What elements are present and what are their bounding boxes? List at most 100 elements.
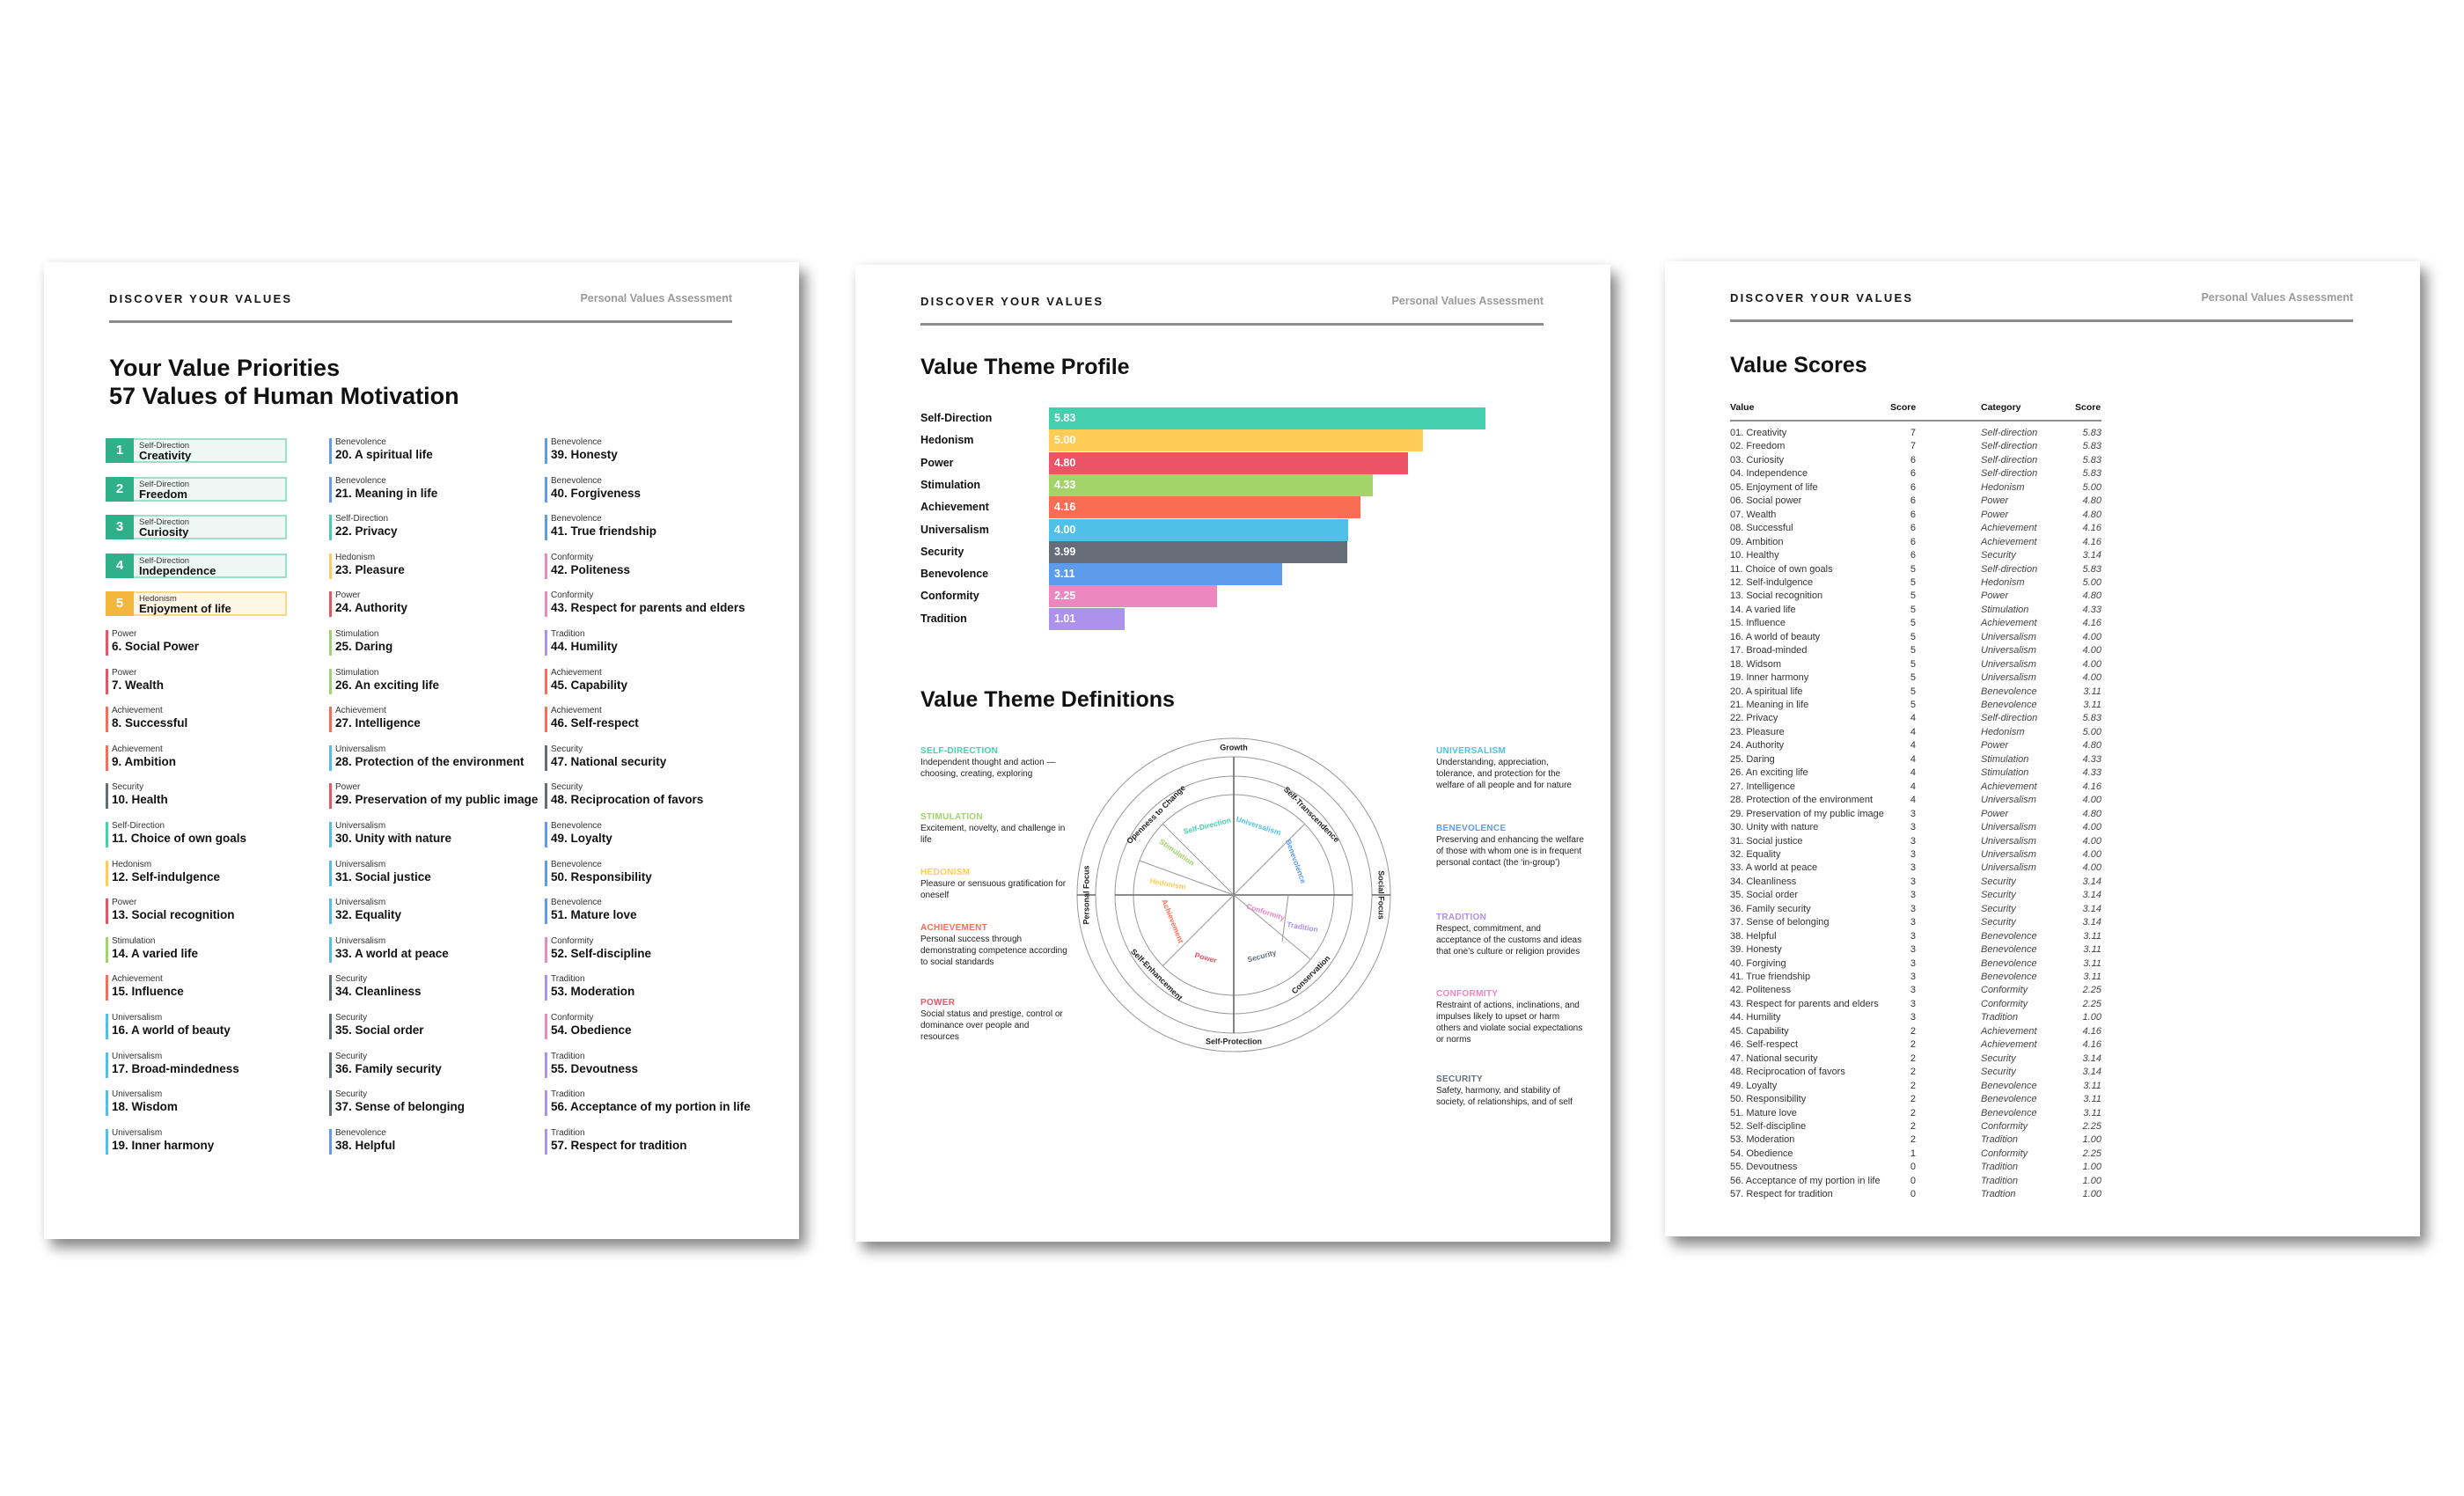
value-name: Independence: [139, 563, 216, 577]
category-color-bar: [545, 821, 547, 847]
table-row: 57. Respect for tradition 0 Tradtion 1.00: [1730, 1189, 2108, 1202]
value-name: 39. Honesty: [551, 448, 618, 461]
bar-stimulation: [1049, 473, 1374, 496]
value-name: 54. Obedience: [551, 1023, 632, 1037]
definition-heading: STIMULATION: [920, 812, 983, 822]
brand-title: DISCOVER YOUR VALUES: [109, 292, 293, 305]
definitions-title: Value Theme Definitions: [920, 687, 1175, 712]
value-category: Achievement: [551, 706, 602, 716]
value-name: 47. National security: [551, 754, 667, 768]
value-name: 45. Capability: [551, 678, 628, 692]
category-color-bar: [329, 975, 332, 1001]
cell-category-score: 3.14: [2082, 917, 2101, 928]
cell-category: Self-direction: [1981, 563, 2038, 575]
cell-value: 19. Inner harmony: [1730, 672, 1809, 684]
cell-category: Universalism: [1981, 631, 2036, 642]
cell-value: 27. Intelligence: [1730, 781, 1795, 792]
table-row: 44. Humility 3 Tradition 1.00: [1730, 1012, 2108, 1025]
value-list-item: Stimulation 14. A varied life: [106, 935, 334, 974]
bar-row: Stimulation 4.33: [920, 473, 1536, 496]
bar-value-label: 4.33: [1054, 478, 1076, 491]
cell-score: 2: [1910, 1067, 1916, 1078]
value-list-item: Tradition 44. Humility: [545, 628, 774, 667]
bar-achievement: [1049, 496, 1360, 519]
category-color-bar: [106, 1013, 108, 1039]
category-color-bar: [106, 1090, 108, 1117]
header-subtitle: Personal Values Assessment: [2201, 291, 2353, 304]
cell-score: 2: [1910, 1039, 1916, 1051]
category-color-bar: [329, 1052, 332, 1078]
value-list-item: Tradition 55. Devoutness: [545, 1051, 774, 1089]
cell-value: 13. Social recognition: [1730, 590, 1823, 602]
cell-value: 05. Enjoyment of life: [1730, 481, 1818, 493]
cell-value: 42. Politeness: [1730, 985, 1792, 996]
value-name: Creativity: [139, 449, 192, 462]
cell-score: 0: [1910, 1189, 1916, 1200]
table-row: 22. Privacy 4 Self-direction 5.83: [1730, 713, 2108, 726]
category-color-bar: [545, 975, 547, 1001]
table-row: 41. True friendship 3 Benevolence 3.11: [1730, 972, 2108, 985]
value-name: 43. Respect for parents and elders: [551, 601, 745, 615]
top-value-card: 3 Self-Direction Curiosity: [106, 515, 287, 540]
bar-value-label: 5.00: [1054, 434, 1076, 447]
category-color-bar: [545, 898, 547, 925]
value-name: 11. Choice of own goals: [112, 831, 247, 845]
cell-score: 3: [1910, 822, 1916, 833]
table-row: 14. A varied life 5 Stimulation 4.33: [1730, 605, 2108, 618]
value-name: 35. Social order: [335, 1023, 424, 1037]
cell-category-score: 2.25: [2082, 1120, 2101, 1132]
table-row: 31. Social justice 3 Universalism 4.00: [1730, 836, 2108, 849]
category-color-bar: [545, 783, 547, 810]
cell-score: 3: [1910, 917, 1916, 928]
cell-score: 3: [1910, 930, 1916, 942]
value-category: Universalism: [112, 1012, 163, 1023]
value-list-item: Universalism 17. Broad-mindedness: [106, 1051, 334, 1089]
header-divider: [1730, 420, 2101, 422]
cell-value: 24. Authority: [1730, 740, 1785, 752]
value-list-item: Tradition 56. Acceptance of my portion in…: [545, 1089, 774, 1127]
table-row: 21. Meaning in life 5 Benevolence 3.11: [1730, 700, 2108, 713]
cell-value: 04. Independence: [1730, 468, 1808, 480]
cell-category-score: 4.00: [2082, 631, 2101, 642]
category-color-bar: [329, 936, 332, 963]
cell-value: 39. Honesty: [1730, 944, 1782, 956]
cell-value: 26. An exciting life: [1730, 767, 1808, 779]
theme-label-achievement: Achievement: [1160, 898, 1185, 944]
category-color-bar: [329, 783, 332, 810]
value-name: 24. Authority: [335, 601, 408, 615]
bar-row: Tradition 1.01: [920, 607, 1536, 630]
table-row: 15. Influence 5 Achievement 4.16: [1730, 618, 2108, 631]
table-row: 35. Social order 3 Security 3.14: [1730, 890, 2108, 903]
value-category: Conformity: [551, 552, 594, 562]
value-list-item: Security 35. Social order: [329, 1012, 558, 1051]
value-list-item: Power 13. Social recognition: [106, 897, 334, 935]
bar-value-label: 3.11: [1054, 568, 1075, 581]
table-row: 19. Inner harmony 5 Universalism 4.00: [1730, 672, 2108, 686]
cell-category: Self-direction: [1981, 441, 2038, 452]
category-color-bar: [329, 629, 332, 656]
cell-score: 3: [1910, 985, 1916, 996]
table-row: 05. Enjoyment of life 6 Hedonism 5.00: [1730, 482, 2108, 495]
value-name: 44. Humility: [551, 639, 618, 653]
value-list-item: Conformity 54. Obedience: [545, 1012, 774, 1051]
header-subtitle: Personal Values Assessment: [1391, 295, 1544, 307]
cell-score: 5: [1910, 672, 1916, 684]
cell-category: Benevolence: [1981, 686, 2037, 697]
cell-category: Universalism: [1981, 658, 2036, 670]
cell-value: 12. Self-indulgence: [1730, 576, 1814, 588]
value-name: Enjoyment of life: [139, 602, 231, 616]
table-row: 02. Freedom 7 Self-direction 5.83: [1730, 441, 2108, 454]
definition-security: SECURITY Safety, harmony, and stability o…: [1436, 1074, 1586, 1108]
cell-score: 3: [1910, 903, 1916, 914]
value-name: 26. An exciting life: [335, 678, 440, 692]
value-list-item: Security 47. National security: [545, 744, 774, 782]
cell-value: 51. Mature love: [1730, 1107, 1797, 1118]
cell-value: 10. Healthy: [1730, 550, 1779, 561]
rank-badge: 3: [106, 515, 134, 540]
category-color-bar: [545, 936, 547, 963]
cell-value: 06. Social power: [1730, 495, 1802, 507]
cell-score: 3: [1910, 1012, 1916, 1023]
cell-score: 4: [1910, 781, 1916, 792]
cell-category: Universalism: [1981, 795, 2036, 806]
cell-score: 3: [1910, 876, 1916, 887]
